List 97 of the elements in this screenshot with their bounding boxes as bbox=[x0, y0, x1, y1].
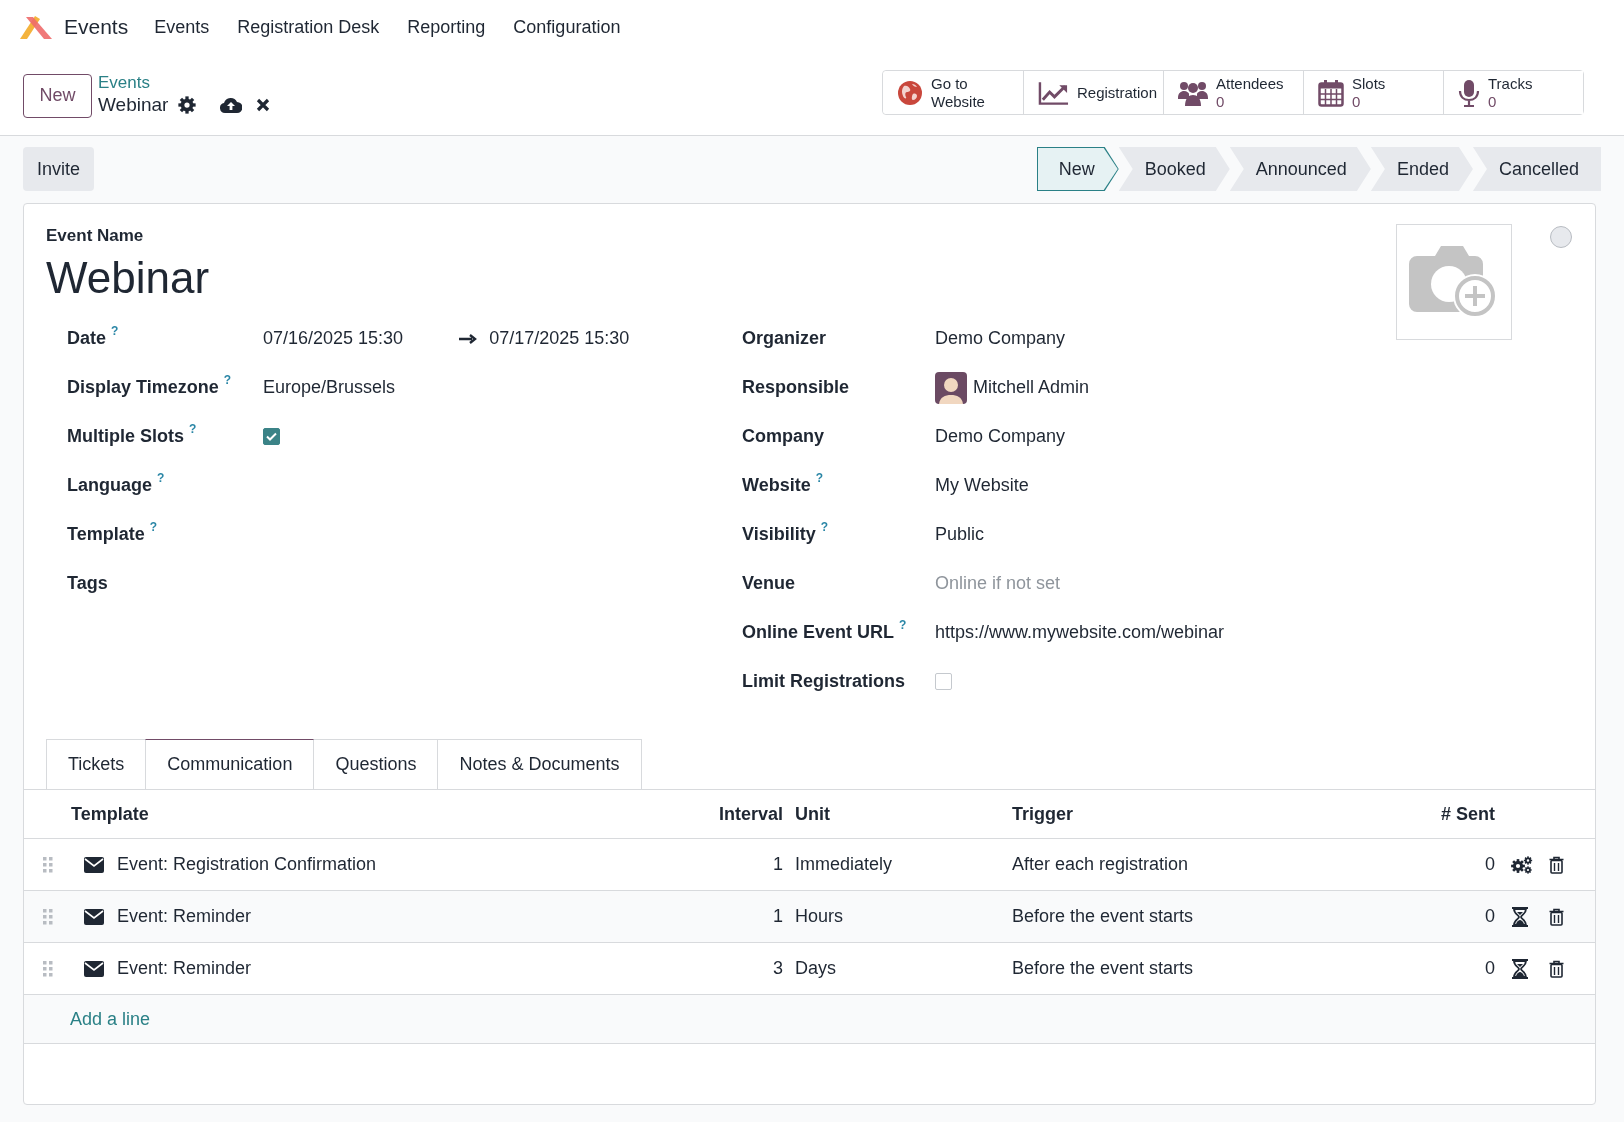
field-label: Website bbox=[742, 475, 811, 496]
help-tooltip[interactable]: ? bbox=[223, 373, 232, 387]
table-cell: Event: Reminder bbox=[117, 958, 252, 979]
menu-item[interactable]: Events bbox=[154, 16, 210, 38]
field-label: Multiple Slots bbox=[67, 426, 184, 447]
tab[interactable]: Notes & Documents bbox=[437, 739, 642, 789]
help-tooltip[interactable]: ? bbox=[899, 618, 907, 632]
field-label: Visibility bbox=[742, 524, 816, 545]
app-logo-icon[interactable] bbox=[18, 14, 54, 40]
menu-item[interactable]: Reporting bbox=[407, 16, 486, 38]
field-label: Venue bbox=[742, 573, 796, 594]
close-icon[interactable] bbox=[256, 97, 271, 112]
drag-handle-icon[interactable] bbox=[42, 856, 53, 873]
table-cell: 0 bbox=[1485, 854, 1495, 875]
invite-button[interactable]: Invite bbox=[23, 147, 95, 191]
table-cell: 1 bbox=[773, 854, 783, 875]
tab[interactable]: Tickets bbox=[46, 739, 147, 789]
stage-button[interactable]: Booked bbox=[1118, 147, 1230, 191]
line-chart-icon bbox=[1038, 79, 1069, 106]
field-value[interactable]: Mitchell Admin bbox=[973, 377, 1090, 398]
gears-icon[interactable] bbox=[1511, 855, 1533, 874]
table-cell: Before the event starts bbox=[1012, 958, 1194, 979]
check-icon bbox=[266, 432, 277, 441]
envelope-icon bbox=[84, 908, 104, 925]
field-label: Company bbox=[742, 426, 824, 447]
globe-icon bbox=[897, 79, 923, 106]
field-value[interactable]: Public bbox=[935, 524, 985, 545]
breadcrumb-link[interactable]: Events bbox=[98, 72, 271, 93]
smart-button[interactable]: Tracks 0 bbox=[1443, 71, 1583, 114]
add-line-link[interactable]: Add a line bbox=[70, 1008, 151, 1030]
table-cell: 0 bbox=[1485, 958, 1495, 979]
hourglass-icon[interactable] bbox=[1511, 958, 1529, 979]
field-label: Limit Registrations bbox=[742, 671, 906, 692]
table-cell: Days bbox=[795, 958, 836, 979]
trash-icon[interactable] bbox=[1549, 959, 1564, 978]
help-tooltip[interactable]: ? bbox=[157, 471, 165, 485]
table-cell: Immediately bbox=[795, 854, 893, 875]
column-header[interactable]: Template bbox=[71, 803, 149, 825]
table-cell: Event: Registration Confirmation bbox=[117, 854, 377, 875]
avatar-icon bbox=[935, 371, 967, 404]
table-cell: Before the event starts bbox=[1012, 906, 1194, 927]
event-name[interactable]: Webinar bbox=[46, 252, 210, 304]
help-tooltip[interactable]: ? bbox=[149, 520, 158, 534]
table-cell: After each registration bbox=[1012, 854, 1189, 875]
microphone-icon bbox=[1458, 78, 1480, 107]
field-value[interactable]: My Website bbox=[935, 475, 1029, 496]
calendar-icon bbox=[1318, 78, 1344, 107]
new-button[interactable]: New bbox=[23, 73, 92, 118]
trash-icon[interactable] bbox=[1549, 855, 1564, 874]
field-value[interactable]: Demo Company bbox=[935, 426, 1066, 447]
record-title: Webinar bbox=[98, 92, 169, 117]
arrow-icon bbox=[459, 333, 478, 344]
date-value[interactable]: 07/17/2025 15:30 bbox=[489, 328, 630, 349]
field-value[interactable]: Demo Company bbox=[935, 328, 1066, 349]
stage-button[interactable]: Cancelled bbox=[1472, 147, 1601, 191]
field-label: Event Name bbox=[46, 226, 144, 246]
table-cell: 1 bbox=[773, 906, 783, 927]
menu-item[interactable]: Configuration bbox=[513, 16, 621, 38]
hourglass-icon[interactable] bbox=[1511, 906, 1529, 927]
drag-handle-icon[interactable] bbox=[42, 908, 53, 925]
help-tooltip[interactable]: ? bbox=[815, 471, 824, 485]
column-header[interactable]: Trigger bbox=[1012, 803, 1073, 825]
envelope-icon bbox=[84, 960, 104, 977]
field-label: Online Event URL bbox=[742, 622, 894, 643]
field-label: Responsible bbox=[742, 377, 850, 398]
menu-item[interactable]: Registration Desk bbox=[237, 16, 380, 38]
trash-icon[interactable] bbox=[1549, 907, 1564, 926]
column-header[interactable]: Interval bbox=[718, 803, 783, 825]
table-cell: Hours bbox=[795, 906, 843, 927]
field-value[interactable]: https://www.mywebsite.com/webinar bbox=[935, 622, 1225, 643]
drag-handle-icon[interactable] bbox=[42, 960, 53, 977]
settings-icon[interactable] bbox=[178, 95, 197, 114]
checkbox[interactable] bbox=[263, 428, 280, 445]
help-tooltip[interactable]: ? bbox=[820, 520, 829, 534]
field-label: Date bbox=[67, 328, 106, 349]
cloud-upload-icon[interactable] bbox=[220, 96, 243, 113]
field-label: Tags bbox=[67, 573, 108, 594]
table-cell: 0 bbox=[1485, 906, 1495, 927]
stage-button[interactable]: New bbox=[1036, 147, 1119, 191]
field-label: Language bbox=[67, 475, 152, 496]
people-icon bbox=[1178, 79, 1208, 106]
field-label: Template bbox=[67, 524, 145, 545]
stage-button[interactable]: Announced bbox=[1229, 147, 1371, 191]
date-value[interactable]: 07/16/2025 15:30 bbox=[263, 328, 404, 349]
table-cell: 3 bbox=[773, 958, 783, 979]
envelope-icon bbox=[84, 856, 104, 873]
stage-button[interactable]: Ended bbox=[1370, 147, 1473, 191]
column-header[interactable]: # Sent bbox=[1440, 803, 1495, 825]
column-header[interactable]: Unit bbox=[795, 803, 830, 825]
app-name[interactable]: Events bbox=[64, 15, 129, 39]
help-tooltip[interactable]: ? bbox=[111, 324, 119, 338]
checkbox[interactable] bbox=[935, 673, 952, 690]
help-tooltip[interactable]: ? bbox=[189, 422, 197, 436]
field-value[interactable]: Europe/Brussels bbox=[263, 377, 396, 398]
field-label: Organizer bbox=[742, 328, 827, 349]
table-cell: Event: Reminder bbox=[117, 906, 252, 927]
field-label: Display Timezone bbox=[67, 377, 219, 398]
